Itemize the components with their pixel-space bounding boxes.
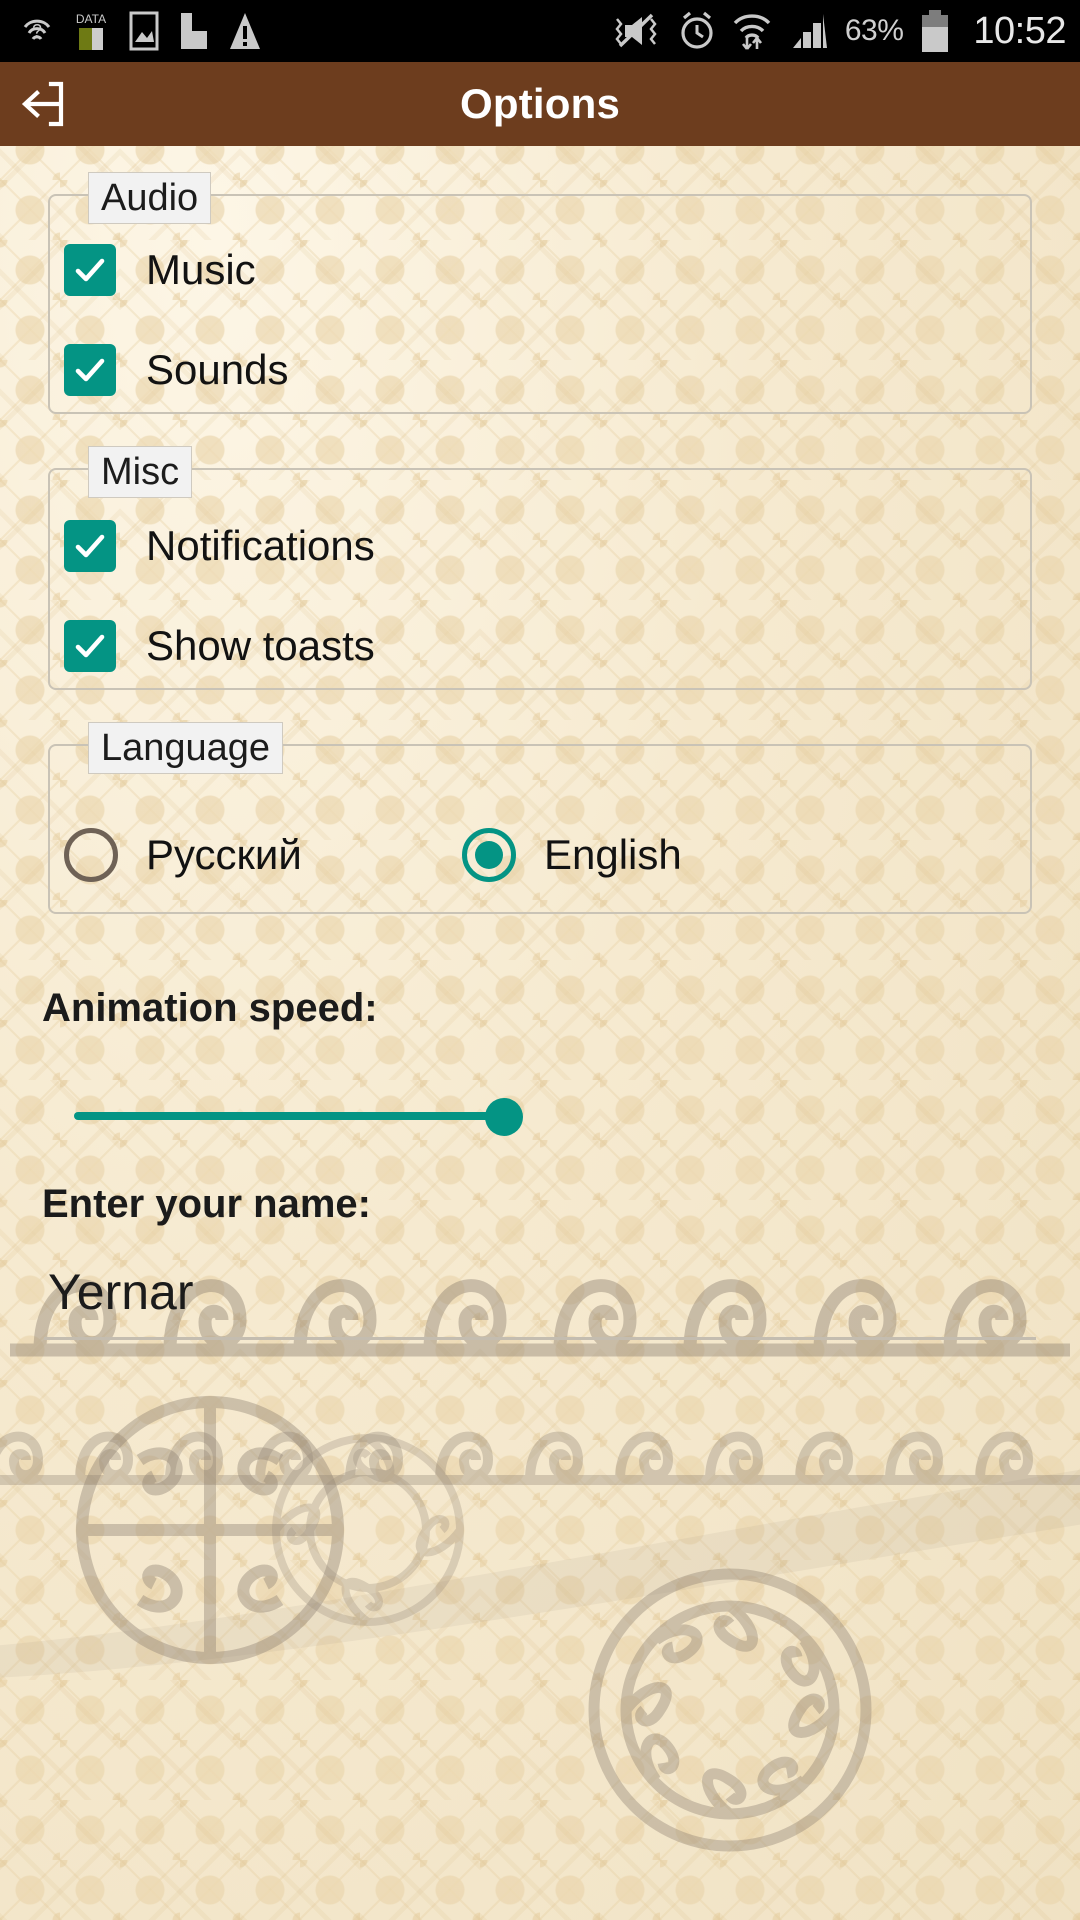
checkbox-row-music[interactable]: Music	[64, 244, 256, 296]
status-bar: ? DATA 63% 10:52	[0, 0, 1080, 62]
checkmark-icon	[75, 534, 105, 558]
group-misc-label: Misc	[88, 446, 193, 498]
slider-track-fill	[74, 1112, 504, 1120]
group-misc: Misc Notifications Show toasts	[48, 446, 1032, 690]
location-searching-icon: ?	[23, 19, 51, 41]
checkbox-row-notifications[interactable]: Notifications	[64, 520, 375, 572]
radio-english[interactable]	[462, 828, 516, 882]
checkmark-icon	[75, 358, 105, 382]
name-field-label: Enter your name:	[42, 1182, 371, 1226]
checkmark-icon	[75, 634, 105, 658]
options-content: Audio Music Sounds Misc Notifications Sh…	[0, 146, 1080, 1920]
battery-icon	[922, 10, 949, 52]
data-usage-icon: DATA	[76, 12, 106, 50]
options-screen: ? DATA 63% 10:52 Options Audio Music Sou…	[0, 0, 1080, 1920]
checkbox-music[interactable]	[64, 244, 116, 296]
checkbox-label-notifications: Notifications	[146, 522, 375, 569]
svg-text:?: ?	[32, 21, 42, 41]
radio-selected-dot	[475, 841, 503, 869]
radio-label-english: English	[544, 831, 682, 878]
radio-label-russian: Русский	[146, 831, 302, 878]
battery-percent-label: 63%	[844, 14, 904, 47]
checkbox-show-toasts[interactable]	[64, 620, 116, 672]
warning-triangle-icon	[230, 13, 260, 49]
animation-speed-label: Animation speed:	[42, 986, 378, 1030]
action-bar: Options	[0, 62, 1080, 146]
checkbox-row-show-toasts[interactable]: Show toasts	[64, 620, 375, 672]
status-bar-right-icons: 63% 10:52	[611, 8, 1066, 54]
cellular-signal-icon	[792, 14, 827, 48]
animation-speed-slider[interactable]	[74, 1086, 934, 1146]
clock-label: 10:52	[973, 9, 1066, 52]
checkbox-notifications[interactable]	[64, 520, 116, 572]
group-audio: Audio Music Sounds	[48, 172, 1032, 414]
radio-row-russian[interactable]: Русский	[64, 828, 302, 882]
page-title: Options	[459, 80, 621, 127]
radio-russian[interactable]	[64, 828, 118, 882]
svg-text:DATA: DATA	[76, 12, 106, 26]
alarm-clock-icon	[681, 11, 713, 49]
volume-mute-vibrate-icon	[615, 13, 657, 48]
slider-thumb[interactable]	[485, 1098, 523, 1136]
screenshot-image-icon	[129, 11, 159, 51]
checkbox-label-show-toasts: Show toasts	[146, 622, 375, 669]
checkbox-row-sounds[interactable]: Sounds	[64, 344, 288, 396]
group-language-label: Language	[88, 722, 284, 774]
group-language: Language Русский English	[48, 722, 1032, 914]
checkmark-icon	[75, 258, 105, 282]
name-input[interactable]	[44, 1254, 1036, 1340]
checkbox-label-music: Music	[146, 246, 256, 293]
checkbox-label-sounds: Sounds	[146, 346, 289, 393]
checkbox-sounds[interactable]	[64, 344, 116, 396]
flipboard-icon	[181, 13, 207, 49]
wifi-data-transfer-icon	[733, 14, 771, 50]
group-audio-label: Audio	[88, 172, 212, 224]
status-bar-left-icons: ? DATA	[20, 10, 262, 52]
radio-row-english[interactable]: English	[462, 828, 682, 882]
